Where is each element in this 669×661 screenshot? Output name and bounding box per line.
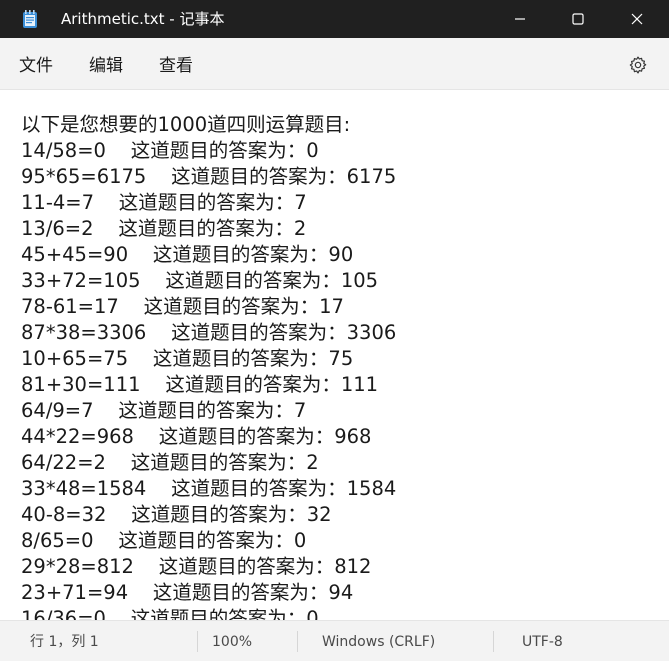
text-line: 40-8=32 这道题目的答案为：32 [21, 503, 332, 526]
text-line: 44*22=968 这道题目的答案为：968 [21, 425, 372, 448]
text-line: 64/22=2 这道题目的答案为：2 [21, 451, 319, 474]
status-divider [493, 631, 494, 652]
text-line: 64/9=7 这道题目的答案为：7 [21, 399, 307, 422]
settings-button[interactable] [626, 53, 650, 77]
status-divider [297, 631, 298, 652]
menu-edit[interactable]: 编辑 [89, 55, 123, 77]
text-editor[interactable]: 以下是您想要的1000道四则运算题目: 14/58=0 这道题目的答案为：0 95*… [0, 90, 669, 620]
notepad-window: Arithmetic.txt - 记事本 文件 编辑 查看 以下是您想要的100… [0, 0, 669, 661]
text-line: 33*48=1584 这道题目的答案为：1584 [21, 477, 397, 500]
text-line: 16/36=0 这道题目的答案为：0 [21, 607, 319, 620]
text-line: 13/6=2 这道题目的答案为：2 [21, 217, 307, 240]
text-line: 87*38=3306 这道题目的答案为：3306 [21, 321, 397, 344]
text-line: 以下是您想要的1000道四则运算题目: [21, 113, 351, 136]
maximize-icon [572, 13, 584, 25]
close-icon [631, 13, 643, 25]
text-line: 33+72=105 这道题目的答案为：105 [21, 269, 379, 292]
text-line: 78-61=17 这道题目的答案为：17 [21, 295, 344, 318]
status-cursor-position[interactable]: 行 1，列 1 [30, 633, 99, 651]
text-line: 95*65=6175 这道题目的答案为：6175 [21, 165, 397, 188]
status-divider [197, 631, 198, 652]
minimize-button[interactable] [497, 0, 543, 38]
close-button[interactable] [614, 0, 660, 38]
text-line: 10+65=75 这道题目的答案为：75 [21, 347, 354, 370]
text-line: 14/58=0 这道题目的答案为：0 [21, 139, 319, 162]
menu-view[interactable]: 查看 [159, 55, 193, 77]
menu-bar: 文件 编辑 查看 [0, 38, 669, 90]
text-line: 8/65=0 这道题目的答案为：0 [21, 529, 307, 552]
text-line: 45+45=90 这道题目的答案为：90 [21, 243, 354, 266]
title-bar[interactable]: Arithmetic.txt - 记事本 [0, 0, 669, 38]
menu-file[interactable]: 文件 [19, 55, 53, 77]
maximize-button[interactable] [555, 0, 601, 38]
text-line: 23+71=94 这道题目的答案为：94 [21, 581, 354, 604]
text-line: 29*28=812 这道题目的答案为：812 [21, 555, 372, 578]
status-line-ending[interactable]: Windows (CRLF) [322, 633, 435, 651]
status-zoom[interactable]: 100% [212, 633, 252, 651]
gear-icon [629, 56, 647, 74]
minimize-icon [515, 18, 525, 20]
status-encoding[interactable]: UTF-8 [522, 633, 563, 651]
window-title: Arithmetic.txt - 记事本 [61, 10, 225, 28]
document-lines: 以下是您想要的1000道四则运算题目: 14/58=0 这道题目的答案为：0 95*… [21, 112, 396, 620]
text-line: 11-4=7 这道题目的答案为：7 [21, 191, 307, 214]
notepad-icon [23, 10, 37, 28]
text-line: 81+30=111 这道题目的答案为：111 [21, 373, 379, 396]
status-bar: 行 1，列 1 100% Windows (CRLF) UTF-8 [0, 620, 669, 661]
